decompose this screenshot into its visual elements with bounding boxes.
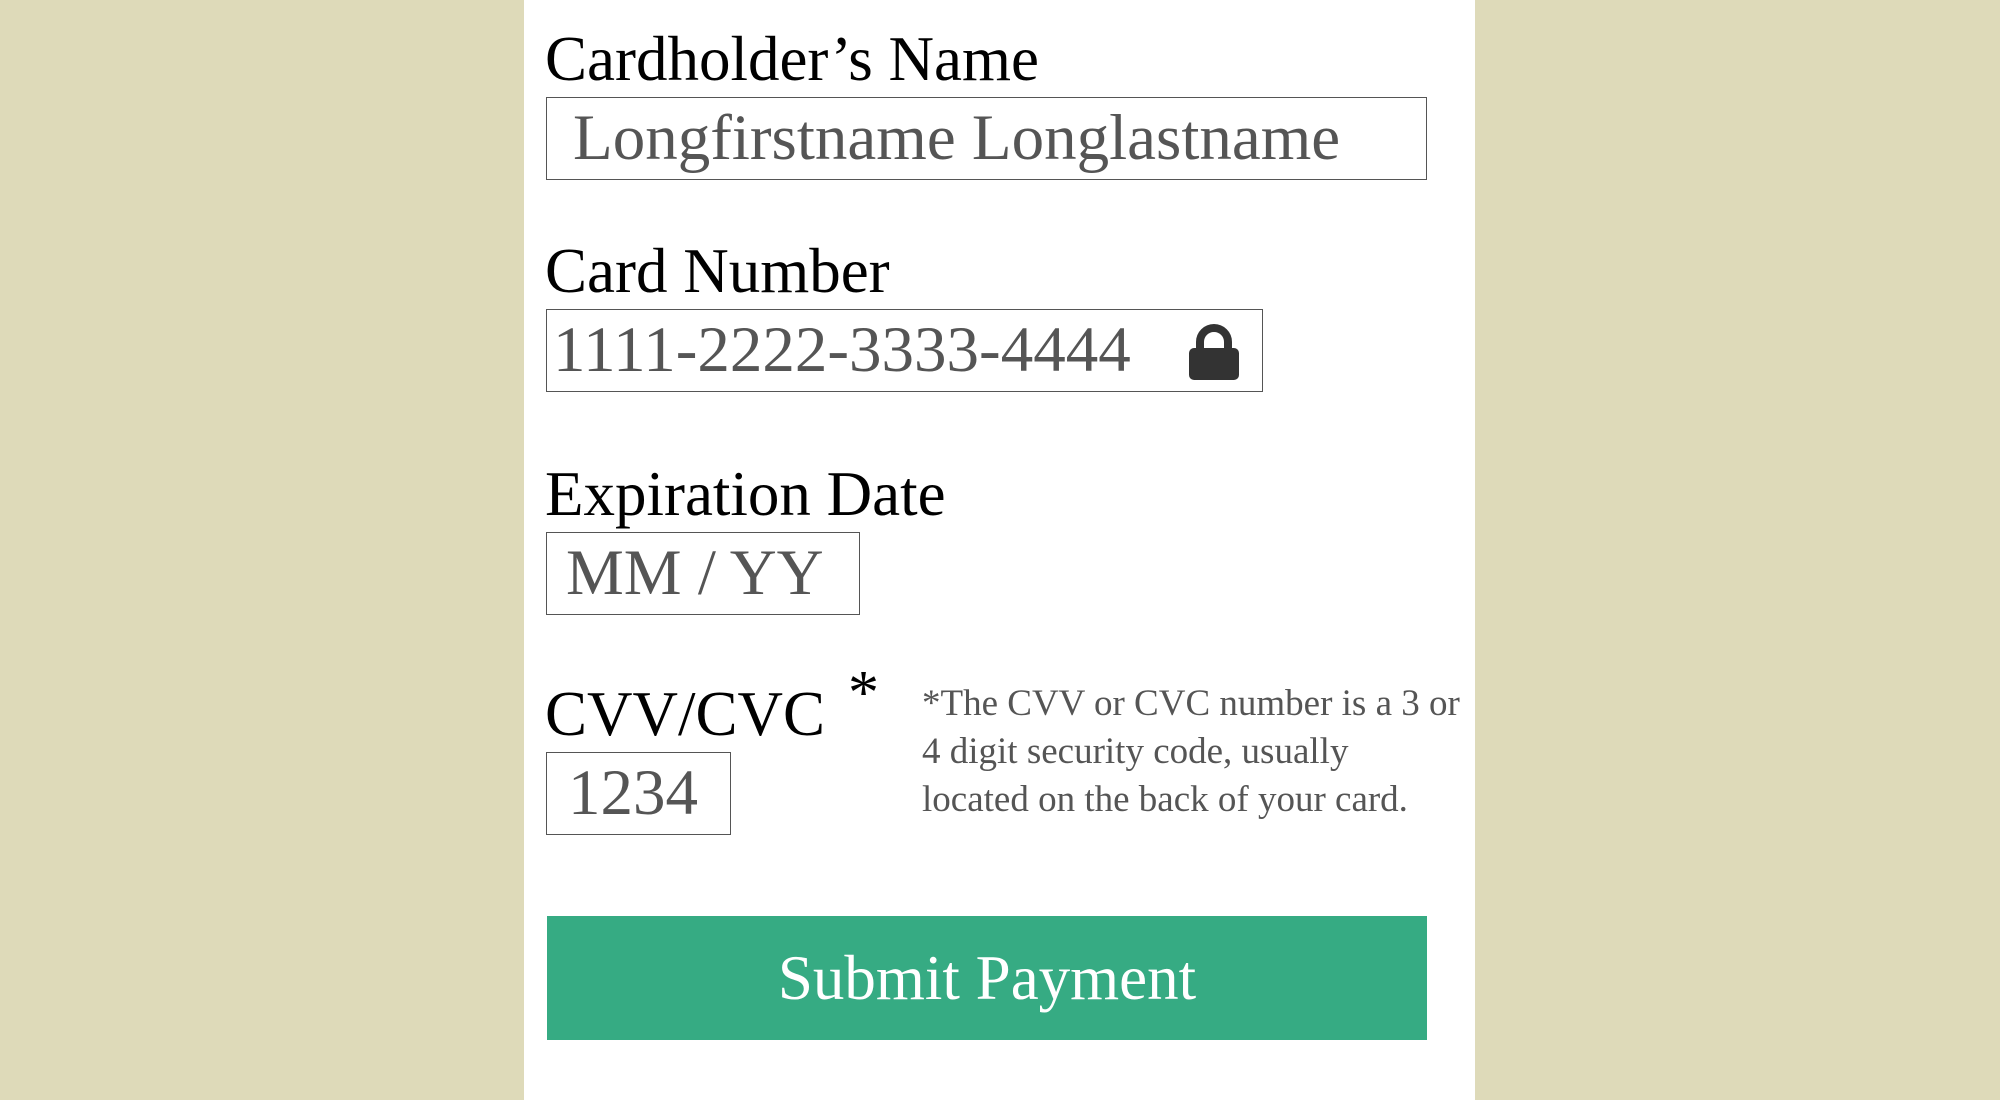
submit-payment-button[interactable]: Submit Payment bbox=[547, 916, 1427, 1040]
cardholder-name-field[interactable] bbox=[546, 97, 1427, 180]
expiration-date-label: Expiration Date bbox=[545, 459, 946, 529]
cardholder-name-label: Cardholder’s Name bbox=[545, 24, 1039, 94]
cvv-input[interactable] bbox=[547, 753, 730, 834]
card-number-label: Card Number bbox=[545, 236, 890, 306]
lock-icon bbox=[1189, 324, 1239, 380]
card-number-input[interactable] bbox=[547, 310, 1262, 391]
cvv-field[interactable] bbox=[546, 752, 731, 835]
card-number-field[interactable] bbox=[546, 309, 1263, 392]
cvv-required-asterisk: * bbox=[848, 659, 879, 727]
cvv-help-text: *The CVV or CVC number is a 3 or 4 digit… bbox=[922, 683, 1460, 820]
expiration-date-input[interactable] bbox=[547, 533, 859, 614]
cardholder-name-input[interactable] bbox=[547, 98, 1426, 179]
cvv-label: CVV/CVC bbox=[545, 679, 826, 749]
payment-form: Cardholder’s Name Card Number Expiration… bbox=[524, 0, 1475, 1100]
expiration-date-field[interactable] bbox=[546, 532, 860, 615]
